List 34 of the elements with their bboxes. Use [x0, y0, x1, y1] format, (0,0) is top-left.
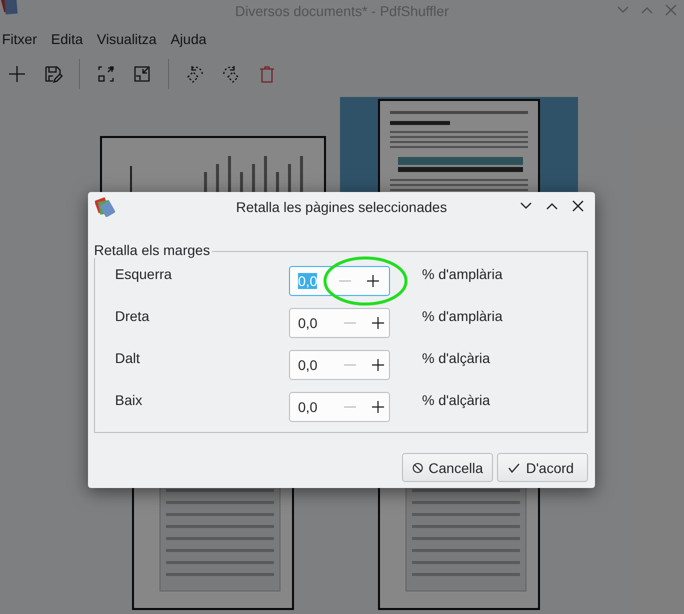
app-icon: [95, 197, 115, 217]
frame-label: Retalla els marges: [94, 242, 212, 258]
rotate-right-icon[interactable]: [221, 64, 241, 84]
plus-icon[interactable]: [367, 275, 380, 287]
add-icon[interactable]: [7, 64, 27, 84]
rotate-left-icon[interactable]: [185, 64, 205, 84]
cancel-button[interactable]: Cancella: [402, 453, 493, 482]
plus-icon[interactable]: [372, 359, 384, 371]
margin-label: Baix: [114, 392, 144, 408]
plus-icon[interactable]: [372, 317, 384, 329]
cancel-icon: [412, 460, 424, 474]
unit-label: % d'alçària: [422, 392, 490, 408]
save-icon[interactable]: [43, 64, 63, 84]
spin-box[interactable]: 0,0: [289, 308, 390, 338]
spin-box[interactable]: 0,0: [289, 350, 390, 380]
app-icon: [0, 0, 20, 16]
margin-label: Esquerra: [114, 266, 173, 282]
unit-label: % d'amplària: [422, 266, 502, 282]
menu-item[interactable]: Edita: [51, 31, 83, 47]
plus-icon[interactable]: [372, 401, 384, 413]
menu-item[interactable]: Ajuda: [170, 31, 206, 47]
dialog-title: Retalla les pàgines seleccionades: [236, 199, 447, 215]
close-icon[interactable]: [571, 199, 585, 213]
ok-button[interactable]: D'acord: [497, 453, 588, 482]
shrink-icon[interactable]: [132, 64, 152, 84]
unit-label: % d'amplària: [422, 308, 502, 324]
spin-box[interactable]: 0,0: [289, 392, 390, 422]
menu-item[interactable]: Visualitza: [96, 31, 157, 47]
margin-label: Dreta: [114, 308, 150, 324]
delete-icon[interactable]: [257, 64, 277, 84]
menu-item[interactable]: Fitxer: [2, 31, 37, 47]
margin-label: Dalt: [114, 350, 141, 366]
unit-label: % d'alçària: [422, 350, 490, 366]
expand-icon[interactable]: [96, 64, 116, 84]
